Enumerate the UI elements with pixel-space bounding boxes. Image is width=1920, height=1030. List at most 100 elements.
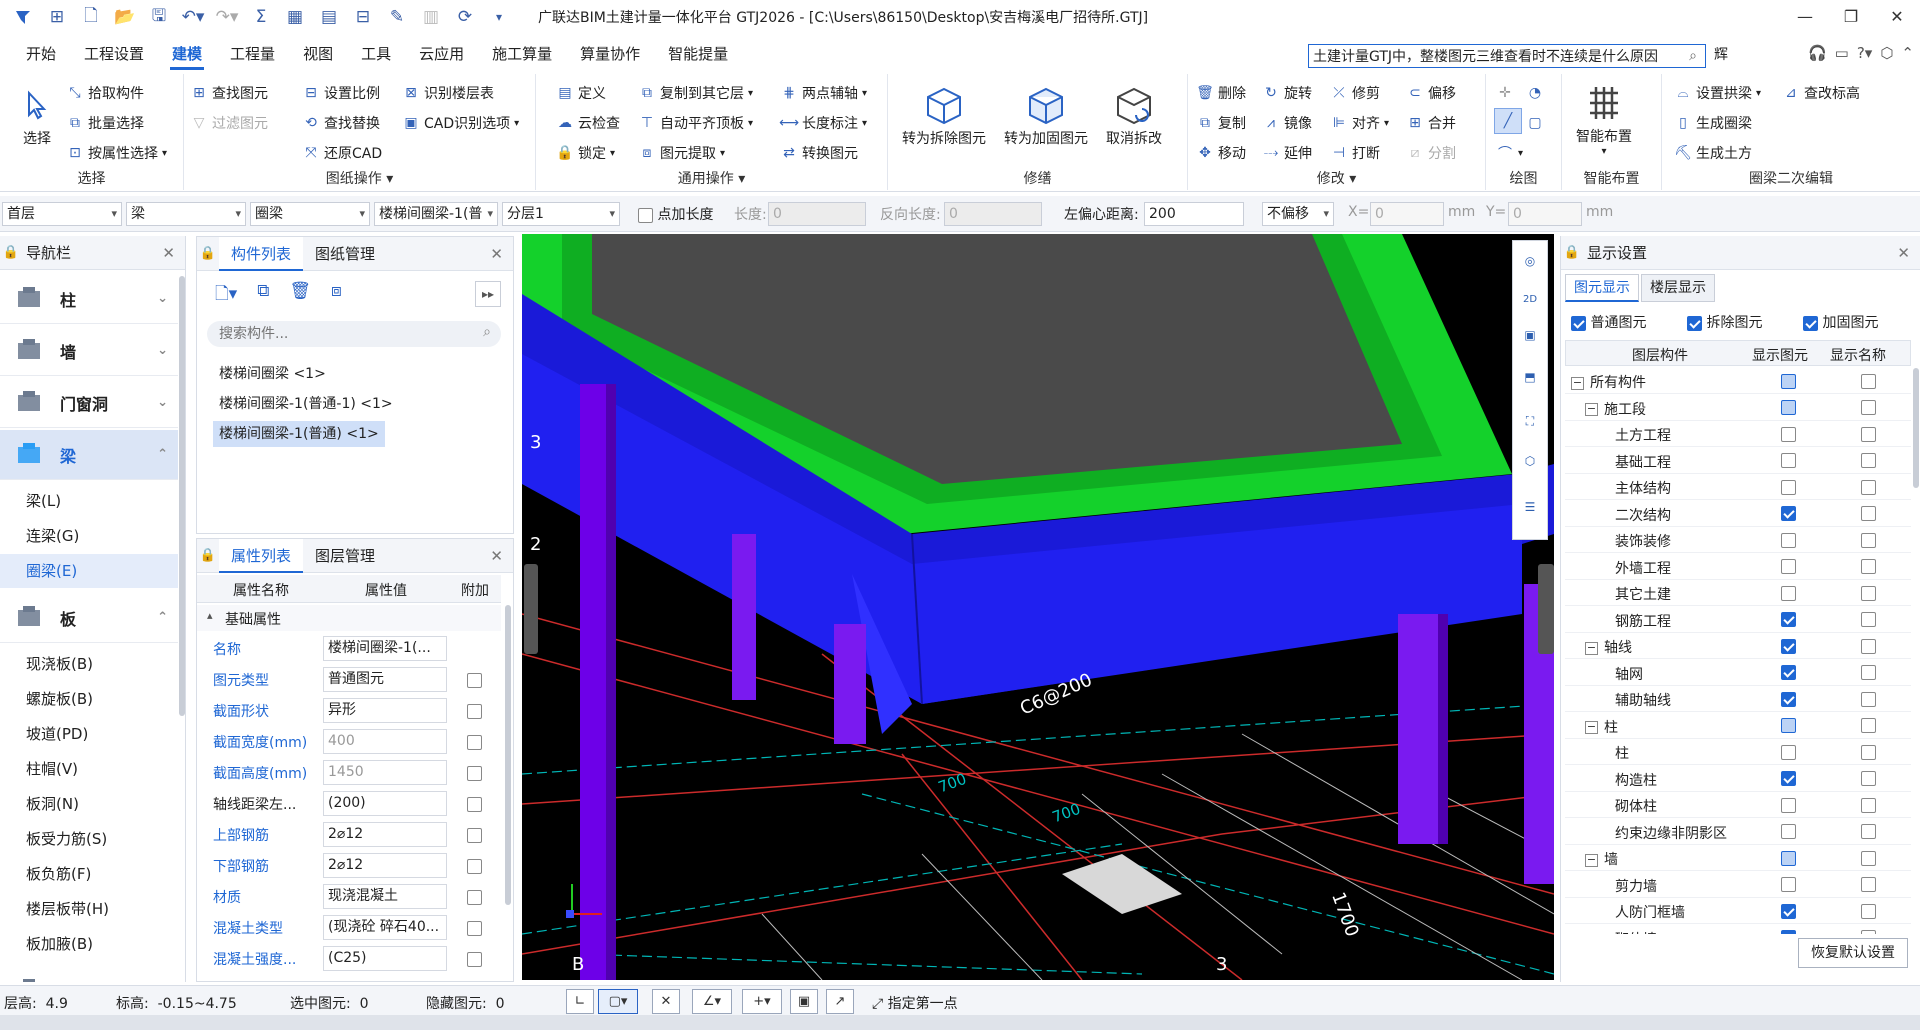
show-element-checkbox[interactable] xyxy=(1781,373,1796,389)
box-view-icon[interactable]: ⬒ xyxy=(1516,363,1544,391)
smart-layout-button[interactable]: 智能布置 ▾ xyxy=(1576,80,1632,157)
property-value[interactable]: 楼梯间圈梁-1(... xyxy=(323,636,447,661)
floor-select[interactable]: 首层 xyxy=(2,202,122,226)
display-filter-checkbox[interactable] xyxy=(1803,315,1818,331)
layout-icon[interactable]: ⊟ xyxy=(346,2,380,32)
property-value[interactable]: (C25) xyxy=(323,946,447,971)
menu-item-2[interactable]: 建模 xyxy=(158,38,216,70)
tab-component-list[interactable]: 构件列表 xyxy=(219,236,304,271)
type-select[interactable]: 梁 xyxy=(126,202,246,226)
tab-layer-manage[interactable]: 图层管理 xyxy=(303,539,387,573)
more-tools-button[interactable]: ▸▸ xyxy=(475,281,501,307)
show-element-checkbox[interactable] xyxy=(1781,824,1796,839)
edit-icon[interactable]: ✎ xyxy=(380,2,414,32)
restore-cad-button[interactable]: ⤧ 还原CAD xyxy=(302,140,382,166)
angle-toggle[interactable]: ∠▾ xyxy=(692,989,732,1014)
show-name-checkbox[interactable] xyxy=(1861,532,1876,548)
component-item[interactable]: 楼梯间圈梁-1(普通) <1> xyxy=(213,421,385,447)
show-element-checkbox[interactable] xyxy=(1781,612,1796,627)
property-value[interactable]: (现浇砼 碎石40... xyxy=(323,915,447,940)
display-filter-0[interactable]: 普通图元 xyxy=(1571,312,1646,332)
menu-item-5[interactable]: 工具 xyxy=(347,38,405,70)
layer-select[interactable]: 分层1 xyxy=(502,202,620,226)
redo-icon[interactable]: ↷▾ xyxy=(210,2,244,32)
menu-item-4[interactable]: 视图 xyxy=(289,38,347,70)
show-name-checkbox[interactable] xyxy=(1861,771,1876,786)
nav-scrollbar[interactable] xyxy=(179,276,185,716)
show-element-checkbox[interactable] xyxy=(1781,506,1796,521)
show-name-checkbox[interactable] xyxy=(1861,691,1876,707)
extend-button[interactable]: ⤏ 延伸 xyxy=(1262,140,1312,166)
point-length-check[interactable]: 点加长度 xyxy=(638,204,713,224)
rect-draw-button[interactable]: ▢ xyxy=(1526,110,1544,136)
restore-default-button[interactable]: 恢复默认设置 xyxy=(1798,938,1908,968)
batch-select-button[interactable]: ⧉ 批量选择 xyxy=(66,110,144,136)
help-search-input[interactable] xyxy=(1309,48,1681,64)
nav-category-prefab[interactable]: 装配式⌄ xyxy=(0,966,178,982)
minimize-icon[interactable]: — xyxy=(1782,0,1828,32)
layer-scrollbar[interactable] xyxy=(1913,368,1919,488)
pin-icon[interactable]: 🔒 xyxy=(197,246,219,261)
show-element-checkbox[interactable] xyxy=(1781,638,1796,654)
show-element-checkbox[interactable] xyxy=(1781,426,1796,442)
component-select[interactable]: 楼梯间圈梁-1(普 xyxy=(374,202,498,226)
nav-category-column[interactable]: 柱 ⌄ xyxy=(0,274,178,324)
show-element-checkbox[interactable] xyxy=(1781,453,1796,468)
sum-icon[interactable]: Σ xyxy=(244,2,278,32)
show-name-checkbox[interactable] xyxy=(1861,797,1876,813)
tab-drawing-manage[interactable]: 图纸管理 xyxy=(303,237,387,271)
delete-button[interactable]: 🗑 删除 xyxy=(1196,80,1246,106)
set-arch-beam-button[interactable]: ⌓ 设置拱梁 ▾ xyxy=(1674,80,1761,106)
nav-item-beam-1[interactable]: 连梁(G) xyxy=(0,519,178,553)
define-button[interactable]: ▤ 定义 xyxy=(556,80,606,106)
offset-button[interactable]: ⊂ 偏移 xyxy=(1406,80,1456,106)
show-name-checkbox[interactable] xyxy=(1861,718,1876,733)
help-icon[interactable]: ?▾ xyxy=(1857,44,1873,62)
close-icon[interactable]: ✕ xyxy=(1874,0,1920,32)
copy-to-floor-button[interactable]: ⧉ 复制到其它层 ▾ xyxy=(638,80,753,106)
component-search-input[interactable] xyxy=(207,321,447,347)
display-filter-1[interactable]: 拆除图元 xyxy=(1687,312,1762,332)
menu-item-1[interactable]: 工程设置 xyxy=(70,38,158,70)
component-search[interactable]: ⌕ xyxy=(207,321,501,347)
nav-item-slab-4[interactable]: 板洞(N) xyxy=(0,787,178,821)
close-icon[interactable]: ✕ xyxy=(1897,244,1910,262)
property-extra-checkbox[interactable] xyxy=(467,858,482,874)
split-button[interactable]: ⧄ 分割 xyxy=(1406,140,1456,166)
collapse-icon[interactable]: ▴ xyxy=(207,609,213,622)
property-extra-checkbox[interactable] xyxy=(467,827,482,843)
pin-icon[interactable]: 🔒 xyxy=(1561,245,1583,260)
2d-view-icon[interactable]: 2D xyxy=(1516,285,1544,313)
show-element-checkbox[interactable] xyxy=(1781,585,1796,601)
tree-collapse-icon[interactable]: − xyxy=(1585,641,1598,655)
display-filter-checkbox[interactable] xyxy=(1687,315,1702,331)
search-icon[interactable]: ⌕ xyxy=(483,324,491,340)
edit-elevation-button[interactable]: ⊿ 查改标高 xyxy=(1782,80,1860,106)
property-value[interactable]: 400 xyxy=(323,729,447,754)
new-file-icon[interactable]: 🗋 xyxy=(74,2,108,32)
lock-button[interactable]: 🔒 锁定 ▾ xyxy=(556,140,615,166)
chevron-icon[interactable]: ⌄ xyxy=(157,291,168,306)
show-name-checkbox[interactable] xyxy=(1861,373,1876,389)
cross-toggle[interactable]: ✕ xyxy=(652,989,680,1014)
show-name-checkbox[interactable] xyxy=(1861,506,1876,521)
property-value[interactable]: 2⌀12 xyxy=(323,853,447,878)
find-replace-button[interactable]: ⟲ 查找替换 xyxy=(302,110,380,136)
set-scale-button[interactable]: ⊟ 设置比例 xyxy=(302,80,380,106)
find-element-button[interactable]: ⊞ 查找图元 xyxy=(190,80,268,106)
component-item[interactable]: 楼梯间圈梁-1(普通-1) <1> xyxy=(213,391,399,417)
menu-item-8[interactable]: 算量协作 xyxy=(566,38,654,70)
table-icon[interactable]: ▤ xyxy=(312,2,346,32)
show-name-checkbox[interactable] xyxy=(1861,612,1876,627)
recognize-floor-button[interactable]: ⊠ 识别楼层表 xyxy=(402,80,494,106)
property-value[interactable]: 1450 xyxy=(323,760,447,785)
nav-category-beam[interactable]: 梁 ⌃ xyxy=(0,430,178,480)
property-group-basic[interactable]: ▴ 基础属性 xyxy=(197,605,501,631)
orbit-icon[interactable]: ◎ xyxy=(1516,247,1544,275)
length-dim-button[interactable]: ⟷ 长度标注 ▾ xyxy=(779,110,867,136)
chevron-icon[interactable]: ⌃ xyxy=(157,447,168,462)
settings-list-icon[interactable]: ☰ xyxy=(1516,493,1544,521)
skin-icon[interactable]: ⬡ xyxy=(1880,44,1893,62)
show-name-checkbox[interactable] xyxy=(1861,850,1876,866)
menu-item-6[interactable]: 云应用 xyxy=(405,38,478,70)
